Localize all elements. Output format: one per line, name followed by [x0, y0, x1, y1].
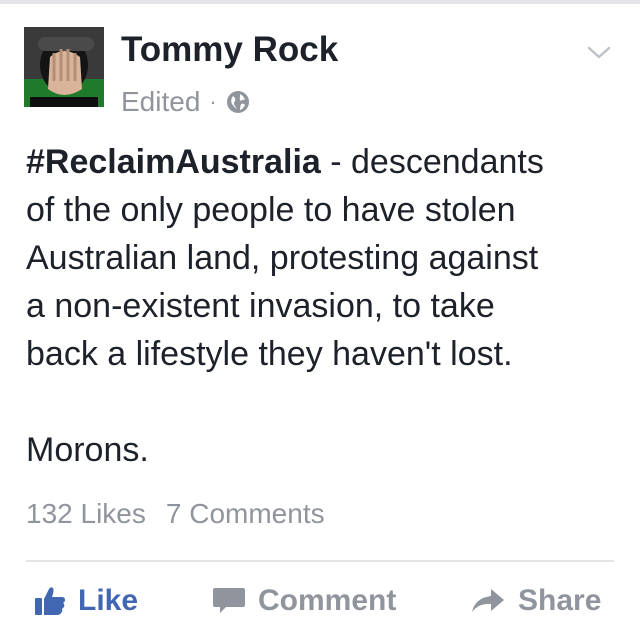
post-line-1-text: - descendants: [320, 143, 544, 181]
post-line-3: Australian land, protesting against: [26, 239, 539, 277]
meta-separator: ·: [209, 89, 217, 114]
post-card: Tommy Rock Edited · #ReclaimAustralia - …: [0, 0, 640, 640]
hashtag-link[interactable]: #ReclaimAustralia: [26, 143, 321, 181]
comment-label: Comment: [258, 584, 397, 617]
post-line-2: of the only people to have stolen: [26, 191, 516, 229]
top-divider: [0, 0, 640, 4]
like-button[interactable]: Like: [34, 574, 138, 628]
like-label: Like: [78, 584, 139, 617]
comments-count[interactable]: 7 Comments: [166, 496, 325, 532]
post-line-5: back a lifestyle they haven't lost.: [26, 335, 513, 373]
post-text: #ReclaimAustralia - descendants of the o…: [26, 138, 626, 474]
edited-label[interactable]: Edited: [121, 85, 200, 119]
reaction-counts: 132 Likes 7 Comments: [26, 496, 325, 532]
post-meta: Edited ·: [121, 84, 250, 120]
share-button[interactable]: Share: [470, 574, 601, 628]
action-divider: [26, 560, 614, 562]
avatar[interactable]: [24, 27, 104, 107]
share-label: Share: [518, 584, 602, 617]
action-bar: Like Comment Share: [0, 574, 640, 628]
chevron-down-icon[interactable]: [586, 40, 612, 64]
likes-count[interactable]: 132 Likes: [26, 496, 146, 532]
author-name[interactable]: Tommy Rock: [121, 30, 338, 70]
comment-button[interactable]: Comment: [212, 574, 396, 628]
share-arrow-icon: [472, 589, 504, 612]
globe-icon[interactable]: [226, 90, 250, 114]
post-line-4: a non-existent invasion, to take: [26, 287, 495, 325]
thumbs-up-icon: [35, 587, 65, 615]
post-line-1: #ReclaimAustralia - descendants: [26, 138, 626, 186]
comment-icon: [213, 588, 245, 613]
post-closing: Morons.: [26, 431, 149, 469]
avatar-image: [24, 27, 104, 107]
